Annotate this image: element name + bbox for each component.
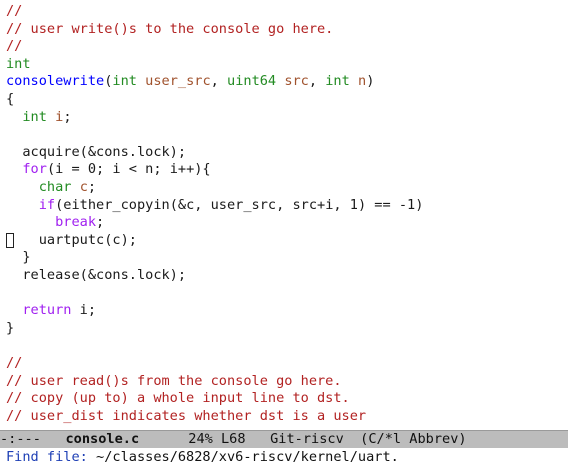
code-line: // — [6, 38, 22, 56]
code-token-default: (i = 0; i < n; i++){ — [46, 161, 211, 178]
code-line: uartputc(c); — [6, 232, 137, 250]
code-line: } — [6, 249, 31, 267]
code-token-default: ; — [96, 214, 105, 231]
mode-line: -:--- console.c 24% L68 Git-riscv (C/*l … — [0, 430, 568, 448]
code-line: // user read()s from the console go here… — [6, 373, 342, 391]
code-line: // — [6, 3, 22, 21]
code-token-variable: user_src — [145, 73, 211, 90]
code-token-default: ; — [63, 108, 72, 125]
code-token-comment: // user write()s to the console go here. — [6, 20, 334, 37]
code-token-type: int — [22, 108, 47, 125]
text-cursor — [6, 233, 14, 248]
code-token-type: uint64 — [227, 73, 277, 90]
code-line: for(i = 0; i < n; i++){ — [6, 161, 211, 179]
code-token-variable: src — [284, 73, 309, 90]
code-token-keyword: for — [22, 161, 47, 178]
code-token-keyword: break — [55, 214, 97, 231]
modeline-position: 24% L68 — [188, 431, 246, 447]
code-token-default — [6, 109, 22, 125]
code-line: // — [6, 355, 22, 373]
modeline-status: -:--- — [0, 431, 41, 447]
code-token-default — [350, 73, 358, 89]
code-token-type: char — [38, 179, 72, 195]
code-token-function: consolewrite — [6, 73, 105, 90]
code-line: int — [6, 56, 31, 74]
code-token-type: int — [325, 73, 350, 90]
code-line: // copy (up to) a whole input line to ds… — [6, 390, 350, 408]
code-token-default: , — [210, 73, 228, 90]
modeline-vc-branch: Git-riscv — [270, 431, 344, 447]
code-token-variable: n — [358, 73, 367, 90]
code-line: char c; — [6, 179, 96, 197]
code-token-type: int — [112, 73, 137, 90]
code-token-comment: // — [6, 3, 23, 19]
code-token-default: } — [6, 319, 15, 336]
code-line: break; — [6, 214, 104, 232]
code-token-comment: // — [6, 355, 23, 371]
code-line: } — [6, 320, 14, 338]
code-token-default: (either_copyin(&c, user_src, src+i, 1) =… — [55, 196, 424, 213]
code-line: if(either_copyin(&c, user_src, src+i, 1)… — [6, 196, 424, 215]
code-token-default — [6, 197, 39, 213]
code-token-variable: c — [79, 179, 88, 195]
minibuffer-prompt: Find file: — [6, 449, 97, 465]
minibuffer[interactable]: Find file: ~/classes/6828/xv6-riscv/kern… — [0, 448, 568, 466]
code-editor[interactable]: //// user write()s to the console go her… — [0, 0, 568, 430]
code-line: acquire(&cons.lock); — [6, 144, 186, 162]
modeline-buffer-name: console.c — [65, 431, 140, 447]
code-token-default: ) — [366, 73, 375, 90]
code-token-default — [6, 161, 22, 177]
code-line: int i; — [6, 108, 72, 127]
code-token-comment: // copy (up to) a whole input line to ds… — [6, 390, 350, 407]
code-line: // user_dist indicates whether dst is a … — [6, 408, 366, 426]
code-token-default — [137, 73, 145, 89]
code-line: return i; — [6, 302, 96, 320]
code-line: release(&cons.lock); — [6, 267, 186, 285]
code-token-keyword: if — [38, 196, 56, 213]
code-token-comment: // user read()s from the console go here… — [6, 372, 342, 389]
code-line: { — [6, 91, 14, 109]
code-token-comment: // user_dist indicates whether dst is a … — [6, 407, 367, 424]
code-token-comment: // — [6, 38, 23, 55]
code-token-default: ; — [87, 179, 97, 195]
code-token-default: { — [6, 91, 15, 107]
code-token-default: release(&cons.lock); — [6, 267, 187, 283]
code-token-default — [6, 179, 39, 195]
modeline-major-modes: (C/*l Abbrev) — [360, 431, 467, 447]
code-token-default — [6, 302, 22, 318]
code-token-default: acquire(&cons.lock); — [6, 143, 187, 160]
code-token-default: i; — [71, 302, 97, 319]
code-token-keyword: return — [22, 302, 72, 319]
code-token-type: int — [6, 55, 31, 72]
code-token-default: uartputc(c); — [6, 231, 137, 248]
code-token-default: , — [308, 73, 326, 90]
code-line: // user write()s to the console go here. — [6, 21, 333, 39]
code-line: consolewrite(int user_src, uint64 src, i… — [6, 73, 374, 91]
code-token-default — [47, 109, 55, 125]
code-token-default — [6, 214, 55, 230]
code-token-default — [72, 179, 80, 195]
find-file-input[interactable]: ~/classes/6828/xv6-riscv/kernel/uart. — [96, 449, 399, 465]
code-token-default: } — [6, 249, 31, 266]
